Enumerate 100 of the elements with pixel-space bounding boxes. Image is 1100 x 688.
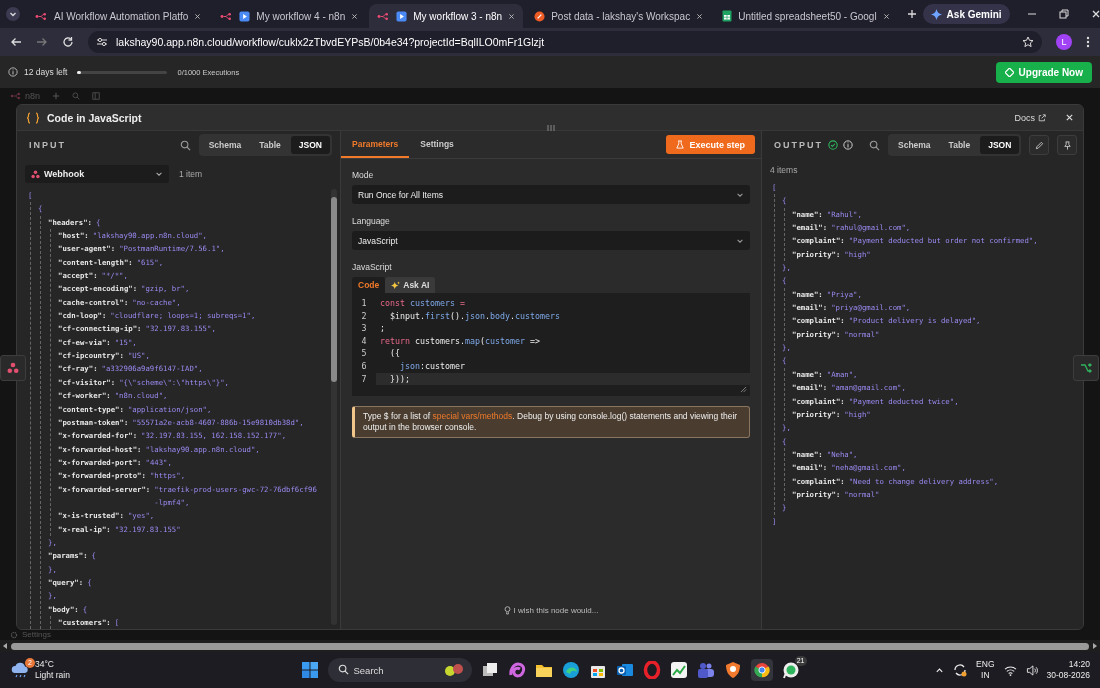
close-icon[interactable] [1090, 9, 1100, 19]
hint-text: Type $ for a list of special vars/methods. Debug by using console.log() statements and viewing their output in the browser console. [352, 406, 750, 438]
info-icon [8, 67, 18, 77]
task-view-icon[interactable] [480, 661, 499, 679]
scrollbar-thumb[interactable] [11, 642, 1089, 650]
editor-tab[interactable]: Ask AI [385, 277, 436, 293]
close-icon[interactable] [882, 12, 890, 20]
gemini-button[interactable]: Ask Gemini [922, 4, 1010, 24]
star-icon[interactable] [1022, 36, 1034, 48]
language-indicator[interactable]: ENG IN [976, 659, 995, 681]
panel-tab[interactable]: Settings [409, 131, 465, 158]
swirl-icon[interactable] [507, 661, 526, 679]
view-tab[interactable]: Schema [200, 136, 250, 154]
dialog-title: Code in JavaScript [47, 111, 142, 124]
view-tab[interactable]: Table [940, 136, 979, 154]
orb-icon [534, 10, 546, 22]
start-icon[interactable] [300, 661, 319, 679]
sparkle-icon [391, 280, 401, 290]
code-line: return customers.map(customer => [379, 334, 541, 348]
people-icon[interactable] [696, 661, 715, 679]
view-tab[interactable]: Table [251, 136, 289, 154]
ring-icon[interactable] [642, 661, 661, 679]
wifi-icon[interactable] [1003, 664, 1017, 676]
code-line: ; [379, 322, 386, 335]
line-number: 5 [360, 347, 368, 360]
node-connector-button[interactable] [1073, 355, 1099, 381]
lightbulb-icon [503, 606, 511, 615]
webhook-node[interactable] [0, 355, 26, 381]
site-settings-icon[interactable] [96, 36, 108, 48]
panel-tab[interactable]: Parameters [341, 131, 410, 158]
select-field[interactable]: JavaScript [352, 231, 750, 250]
view-tab[interactable]: JSON [980, 136, 1020, 154]
field-label: JavaScript [352, 262, 393, 272]
chart-icon[interactable] [669, 661, 688, 679]
external-link-icon [1038, 113, 1046, 122]
view-switcher[interactable]: Schema Table JSON [198, 134, 332, 156]
scrollbar-thumb[interactable] [331, 197, 337, 382]
shield-icon[interactable] [723, 661, 742, 679]
reload-icon[interactable] [62, 36, 74, 48]
info-icon[interactable] [843, 140, 853, 150]
code-line: ({ [389, 347, 401, 360]
panel-title: INPUT [29, 140, 66, 150]
check-circle-icon [828, 140, 838, 150]
speaker-icon[interactable] [1025, 664, 1038, 676]
search-field[interactable]: Search [327, 658, 472, 682]
play-icon [239, 10, 251, 22]
close-icon[interactable] [508, 12, 516, 20]
pin-button[interactable] [1057, 135, 1078, 155]
scroll-left-icon[interactable] [2, 643, 8, 649]
taskbar-button[interactable] [750, 659, 773, 681]
code-editor[interactable]: 1 const customers = 2 $input.first().json.body.customers 3 ; 4 return customers.map(customer => 5 ({ 6 json:customer 7 })); [352, 293, 750, 396]
browser-tab[interactable]: Post data - lakshay's Workspac [526, 4, 712, 28]
view-tab[interactable]: JSON [290, 136, 330, 154]
chat-icon[interactable] [781, 661, 800, 679]
browser-tab[interactable]: My workflow 4 - n8n [212, 4, 367, 28]
browser-tab[interactable]: Untitled spreadsheet50 - Googl [714, 4, 898, 28]
clock[interactable]: 14:20 30-08-2026 [1046, 659, 1090, 681]
browser-tab[interactable]: My workflow 3 - n8n [369, 4, 524, 28]
feedback-link[interactable]: I wish this node would... [503, 606, 599, 615]
item-count: 4 items [770, 165, 798, 175]
chevron-up-icon[interactable] [935, 665, 945, 675]
search-icon[interactable] [179, 139, 191, 151]
pencil-icon [1034, 140, 1044, 150]
webhook-icon [31, 169, 40, 179]
resize-icon[interactable] [740, 386, 747, 393]
more-icon[interactable] [1086, 36, 1090, 48]
mail-icon[interactable] [615, 661, 634, 679]
tab-search-icon[interactable] [6, 7, 20, 21]
line-number: 2 [360, 309, 368, 323]
diamond-icon [1004, 67, 1014, 77]
cloud-rain-icon[interactable] [10, 662, 30, 678]
avatar[interactable]: L [1056, 34, 1072, 50]
sync-icon[interactable] [953, 663, 968, 677]
drag-handle-icon[interactable] [546, 125, 556, 131]
browser-icon [753, 662, 770, 678]
item-count: 1 item [179, 169, 203, 179]
scroll-right-icon[interactable] [1092, 643, 1098, 649]
code-line: const customers = [379, 297, 466, 310]
close-icon[interactable] [696, 12, 704, 20]
wave-icon[interactable] [561, 661, 580, 679]
line-number: 1 [360, 297, 368, 310]
close-icon[interactable] [1065, 113, 1074, 122]
source-select[interactable]: Webhook [25, 165, 169, 183]
close-icon[interactable] [194, 12, 202, 20]
search-icon[interactable] [337, 664, 349, 675]
forward-icon[interactable] [36, 36, 48, 48]
edit-button[interactable] [1029, 135, 1050, 155]
search-icon[interactable] [869, 139, 880, 151]
close-icon[interactable] [351, 12, 359, 20]
view-switcher[interactable]: Schema Table JSON [888, 134, 1022, 156]
editor-tab[interactable]: Code [352, 277, 386, 293]
back-icon[interactable] [10, 36, 22, 48]
select-field[interactable]: Run Once for All Items [352, 185, 750, 204]
branch-icon [1080, 362, 1092, 374]
address-bar[interactable]: lakshay90.app.n8n.cloud/workflow/cuklx2zTbvdEYPsB/0b4e34?projectId=BqlILO0mFr1Glzjt [88, 31, 1042, 53]
view-tab[interactable]: Schema [890, 136, 939, 154]
browser-tab[interactable]: AI Workflow Automation Platfo [27, 4, 210, 28]
docs-link[interactable]: Docs [1014, 112, 1046, 123]
restore-icon[interactable] [1058, 9, 1069, 19]
line-number: 7 [360, 372, 368, 386]
